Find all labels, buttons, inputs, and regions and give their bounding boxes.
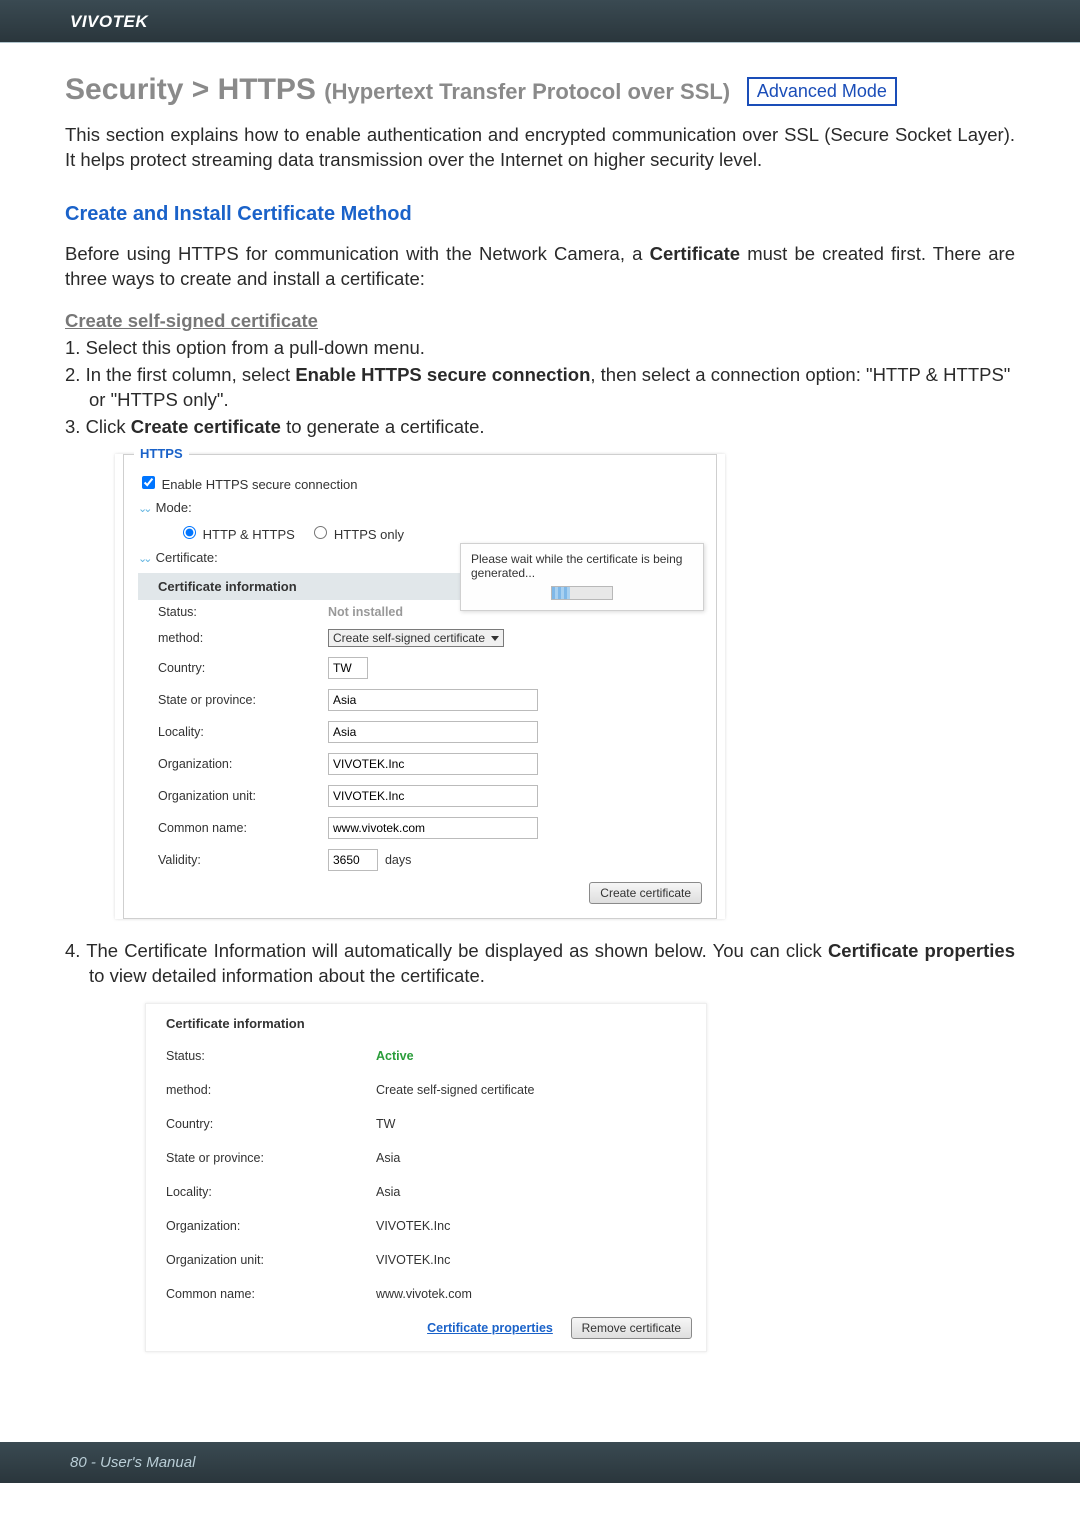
locality-input[interactable] [328,721,538,743]
intro-paragraph: This section explains how to enable auth… [65,123,1015,173]
cert-info-table: Status: Not installed method: Create sel… [158,600,702,904]
table-row: Validity: days [158,844,702,876]
mode-https-only-radio[interactable] [314,526,327,539]
self-signed-heading: Create self-signed certificate [65,310,1015,332]
certificate-properties-link[interactable]: Certificate properties [427,1321,553,1335]
title-sub: (Hypertext Transfer Protocol over SSL) [324,79,730,104]
table-row: Organization: [158,748,702,780]
mode-https-only-label: HTTPS only [334,527,404,542]
table-row: Status:Active [146,1039,706,1073]
enable-https-checkbox[interactable] [142,476,155,489]
cert-info-result-panel: Certificate information Status:Active me… [145,1003,707,1352]
certificate-intro: Before using HTTPS for communication wit… [65,242,1015,292]
step-3: 3. Click Create certificate to generate … [65,415,1015,440]
table-row: Locality: [158,716,702,748]
organization-input[interactable] [328,753,538,775]
enable-row: Enable HTTPS secure connection [138,473,702,492]
step-4: 4. The Certificate Information will auto… [65,939,1015,989]
brand-label: VIVOTEK [70,12,148,31]
status-active: Active [376,1049,414,1063]
table-row: State or province:Asia [146,1141,706,1175]
footer-text: 80 - User's Manual [70,1454,195,1471]
validity-input[interactable] [328,849,378,871]
chevron-down-icon: ⌄⌄ [138,552,152,565]
remove-certificate-button[interactable]: Remove certificate [571,1317,692,1339]
state-input[interactable] [328,689,538,711]
title-main: Security > HTTPS [65,73,324,106]
tooltip-text: Please wait while the certificate is bei… [471,552,693,580]
table-row: Country:TW [146,1107,706,1141]
table-row: Locality:Asia [146,1175,706,1209]
validity-unit: days [385,853,411,867]
page-title: Security > HTTPS (Hypertext Transfer Pro… [65,73,1015,107]
https-legend: HTTPS [134,446,189,461]
table-row: Organization:VIVOTEK.Inc [146,1209,706,1243]
country-input[interactable] [328,657,368,679]
mode-row: ⌄⌄ Mode: [138,500,702,515]
page-footer: 80 - User's Manual [0,1442,1080,1483]
table-row: method: Create self-signed certificate [158,624,702,652]
organization-unit-input[interactable] [328,785,538,807]
chevron-down-icon: ⌄⌄ [138,502,152,515]
create-certificate-button[interactable]: Create certificate [589,882,702,904]
progress-bar [551,586,613,600]
certificate-label: Certificate: [156,550,218,565]
https-settings-panel: HTTPS Enable HTTPS secure connection ⌄⌄ … [115,454,725,919]
enable-https-label: Enable HTTPS secure connection [162,477,358,492]
table-row: method:Create self-signed certificate [146,1073,706,1107]
section-heading: Create and Install Certificate Method [65,203,1015,226]
table-row: Country: [158,652,702,684]
method-select[interactable]: Create self-signed certificate [328,629,504,647]
step-1: 1. Select this option from a pull-down m… [65,336,1015,361]
https-fieldset: HTTPS Enable HTTPS secure connection ⌄⌄ … [123,454,717,919]
common-name-input[interactable] [328,817,538,839]
status-value: Not installed [328,605,403,619]
mode-label: Mode: [156,500,192,515]
generating-tooltip: Please wait while the certificate is bei… [460,543,704,611]
page-header: VIVOTEK [0,0,1080,42]
table-row: Organization unit: [158,780,702,812]
step-2: 2. In the first column, select Enable HT… [65,363,1015,413]
table-row: Common name: [158,812,702,844]
cert-info-result-header: Certificate information [146,1004,706,1039]
table-row: Common name:www.vivotek.com [146,1277,706,1311]
mode-http-https-label: HTTP & HTTPS [203,527,295,542]
table-row: Organization unit:VIVOTEK.Inc [146,1243,706,1277]
mode-http-https-radio[interactable] [183,526,196,539]
page-content: Security > HTTPS (Hypertext Transfer Pro… [0,73,1080,1412]
table-row: State or province: [158,684,702,716]
mode-options: HTTP & HTTPS HTTPS only [178,523,702,542]
advanced-mode-badge: Advanced Mode [747,77,897,106]
header-separator [0,42,1080,43]
